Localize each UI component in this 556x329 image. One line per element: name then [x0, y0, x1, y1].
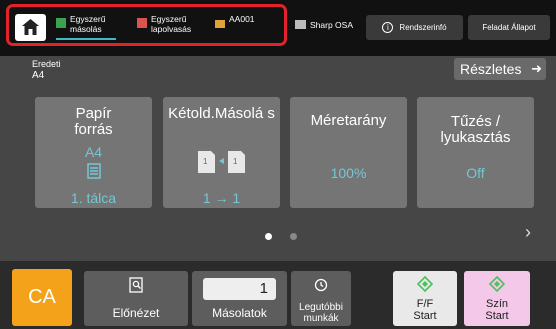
- next-page-icon[interactable]: ›: [525, 222, 531, 243]
- home-button[interactable]: [15, 14, 46, 41]
- job-status-button[interactable]: Feladat Állapot: [468, 15, 550, 40]
- bw-start-line2: Start: [413, 310, 437, 322]
- history-icon: [314, 278, 328, 292]
- bw-start-line1: F/F: [416, 298, 434, 310]
- scan-icon: [137, 18, 147, 28]
- preview-button[interactable]: Előnézet: [84, 271, 188, 326]
- job-status-label: Feladat Állapot: [482, 23, 536, 32]
- system-info-label: Rendszerinfó: [399, 23, 447, 32]
- tile-duplex-value: 1 → 1: [202, 190, 241, 206]
- original-label: Eredeti: [32, 59, 61, 69]
- arrow-right-icon: ➜: [531, 61, 542, 76]
- tab-easy-copy-line2: másolás: [70, 24, 102, 34]
- color-start-line1: Szín: [485, 298, 508, 310]
- clear-all-button[interactable]: CA: [12, 269, 72, 326]
- details-button[interactable]: Részletes ➜: [454, 58, 546, 80]
- tile-staple-punch-title: Tűzés / lyukasztás: [440, 113, 511, 146]
- duplex-icon: 1 1: [163, 149, 280, 175]
- system-info-button[interactable]: i Rendszerinfó: [366, 15, 463, 40]
- top-bar: Egyszerű másolás Egyszerű lapolvasás AA001…: [0, 0, 556, 56]
- tray-icon: [35, 163, 152, 179]
- tab-easy-copy[interactable]: Egyszerű másolás: [56, 12, 118, 40]
- details-label: Részletes: [460, 61, 522, 77]
- tab-easy-copy-line1: Egyszerű: [70, 14, 106, 24]
- tab-easy-scan[interactable]: Egyszerű lapolvasás: [137, 12, 207, 40]
- tab-easy-scan-line2: lapolvasás: [151, 24, 192, 34]
- sharp-osa-button[interactable]: Sharp OSA: [295, 20, 353, 30]
- svg-text:1: 1: [233, 157, 238, 166]
- recent-jobs-label-line1: Legutóbbi: [299, 302, 343, 313]
- tile-paper-source[interactable]: Papír forrás A4 1. tálca: [35, 97, 152, 208]
- recent-jobs-label-line2: munkák: [303, 313, 339, 324]
- home-icon: [22, 19, 39, 35]
- tile-paper-source-value: 1. tálca: [70, 190, 117, 206]
- tab-aa001-label: AA001: [229, 14, 255, 24]
- color-start-diamond-icon: [489, 276, 505, 292]
- original-value: A4: [32, 70, 45, 81]
- page-dot-active[interactable]: [265, 233, 272, 240]
- preview-label: Előnézet: [112, 306, 160, 320]
- tile-duplex[interactable]: Kétold.Másolá s 1 1 1 → 1: [163, 97, 280, 208]
- copies-input[interactable]: 1: [203, 278, 276, 300]
- svg-text:1: 1: [203, 157, 208, 166]
- folder-icon: [215, 20, 225, 28]
- page-dot[interactable]: [290, 233, 297, 240]
- bw-start-button[interactable]: F/F Start: [393, 271, 457, 326]
- color-start-button[interactable]: Szín Start: [464, 271, 530, 326]
- tile-staple-punch-value: Off: [466, 165, 485, 181]
- tile-ratio-title: Méretarány: [310, 112, 387, 129]
- copies-label: Másolatok: [212, 306, 267, 320]
- color-start-line2: Start: [485, 310, 509, 322]
- start-diamond-icon: [417, 276, 433, 292]
- app-icon: [295, 20, 306, 29]
- preview-icon: [129, 277, 143, 293]
- recent-jobs-button[interactable]: Legutóbbi munkák: [291, 271, 351, 326]
- copier-screen: Egyszerű másolás Egyszerű lapolvasás AA001…: [0, 0, 556, 329]
- sharp-osa-label: Sharp OSA: [310, 20, 353, 30]
- tab-aa001[interactable]: AA001: [215, 12, 277, 40]
- info-icon: i: [382, 22, 394, 33]
- tile-paper-source-title: Papír forrás: [74, 105, 113, 138]
- tile-staple-punch[interactable]: Tűzés / lyukasztás Off: [417, 97, 534, 208]
- tile-ratio[interactable]: Méretarány 100%: [290, 97, 407, 208]
- tab-easy-scan-line1: Egyszerű: [151, 14, 187, 24]
- tile-ratio-value: 100%: [330, 165, 367, 181]
- copy-icon: [56, 18, 66, 28]
- copies-button[interactable]: 1 Másolatok: [192, 271, 287, 326]
- tile-duplex-title: Kétold.Másolá s: [168, 105, 275, 122]
- tile-paper-source-size: A4: [84, 144, 103, 160]
